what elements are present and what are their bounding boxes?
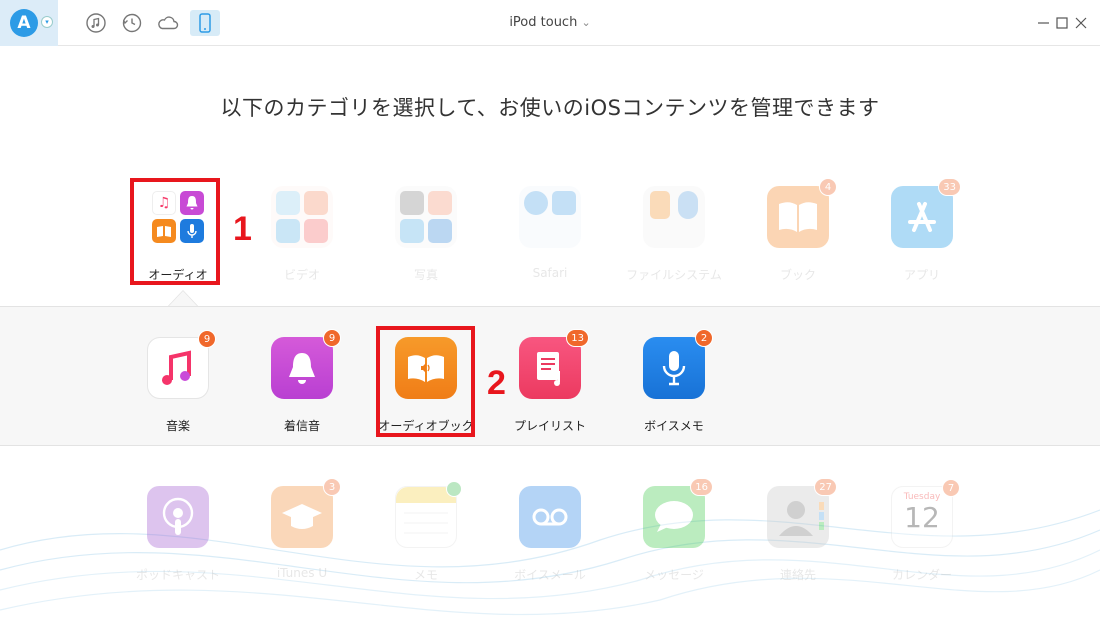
category-label: 連絡先 (779, 568, 816, 582)
category-itunes-u[interactable]: 3 iTunes U (252, 478, 352, 580)
category-label: iTunes U (276, 566, 328, 580)
category-podcasts[interactable]: ポッドキャスト (128, 486, 228, 583)
video-category-icon (271, 186, 333, 248)
category-file-system[interactable]: ファイルシステム (624, 186, 724, 283)
category-label: アプリ (903, 268, 940, 282)
count-badge: 4 (819, 178, 837, 196)
count-badge: 9 (198, 330, 216, 348)
books-category-icon: 4 (767, 178, 837, 248)
device-selector[interactable]: iPod touch ⌄ (0, 15, 1100, 30)
category-contacts[interactable]: 27 連絡先 (748, 478, 848, 583)
category-label: ボイスメール (514, 568, 586, 582)
category-notes[interactable]: メモ (376, 481, 476, 583)
bell-icon: 9 (271, 329, 341, 399)
highlight-audio-category (130, 178, 220, 285)
count-badge: 16 (690, 478, 713, 496)
category-label: メッセージ (644, 568, 704, 582)
category-label: 写真 (413, 268, 438, 282)
safari-category-icon (519, 186, 581, 248)
count-badge: 33 (938, 178, 961, 196)
category-label: Safari (532, 266, 568, 280)
category-label: ビデオ (283, 268, 320, 282)
chevron-down-icon: ⌄ (581, 16, 591, 29)
category-books[interactable]: 4 ブック (748, 178, 848, 283)
page-heading: 以下のカテゴリを選択して、お使いのiOSコンテンツを管理できます (220, 96, 880, 120)
highlight-audiobooks (376, 326, 475, 437)
title-bar: A ▾ iPod touch ⌄ (0, 0, 1100, 46)
category-video[interactable]: ビデオ (252, 186, 352, 283)
selection-pointer (167, 290, 199, 307)
graduation-cap-icon: 3 (271, 478, 341, 548)
podcast-icon (147, 486, 209, 548)
playlist-icon: 13 (519, 329, 589, 399)
step-2-label: 2 (487, 364, 506, 402)
close-button[interactable] (1071, 13, 1091, 33)
count-badge: 7 (942, 479, 960, 497)
notes-icon (395, 481, 462, 548)
voicemail-icon (519, 486, 581, 548)
step-1-label: 1 (233, 210, 252, 248)
calendar-day: 12 (904, 501, 940, 534)
category-label: ブック (779, 268, 816, 282)
app-store-icon: 33 (891, 178, 961, 248)
category-label: ポッドキャスト (135, 568, 220, 582)
audio-item-ringtones[interactable]: 9 着信音 (252, 329, 352, 434)
file-system-category-icon (643, 186, 705, 248)
message-bubble-icon: 16 (643, 478, 713, 548)
maximize-button[interactable] (1052, 13, 1072, 33)
count-badge: 9 (323, 329, 341, 347)
audio-item-playlists[interactable]: 13 プレイリスト (500, 329, 600, 434)
count-badge: 13 (566, 329, 589, 347)
microphone-icon: 2 (643, 329, 713, 399)
contacts-icon: 27 (767, 478, 837, 548)
category-photos[interactable]: 写真 (376, 186, 476, 283)
category-messages[interactable]: 16 メッセージ (624, 478, 724, 583)
device-name: iPod touch (509, 15, 578, 30)
category-voicemail[interactable]: ボイスメール (500, 486, 600, 583)
category-label: ファイルシステム (626, 268, 722, 282)
music-icon: 9 (147, 330, 216, 399)
audio-item-music[interactable]: 9 音楽 (128, 330, 228, 434)
count-badge: 27 (814, 478, 837, 496)
calendar-icon: Tuesday 12 7 (891, 479, 960, 548)
count-badge: 3 (323, 478, 341, 496)
category-safari[interactable]: Safari (500, 186, 600, 280)
category-label: カレンダー (891, 568, 952, 582)
category-apps[interactable]: 33 アプリ (872, 178, 972, 283)
count-badge: 2 (695, 329, 713, 347)
cloud-badge-icon (446, 481, 462, 497)
category-calendar[interactable]: Tuesday 12 7 カレンダー (872, 479, 972, 583)
audio-item-voice-memos[interactable]: 2 ボイスメモ (624, 329, 724, 434)
photos-category-icon (395, 186, 457, 248)
minimize-button[interactable] (1034, 13, 1054, 33)
category-label: メモ (413, 568, 438, 582)
